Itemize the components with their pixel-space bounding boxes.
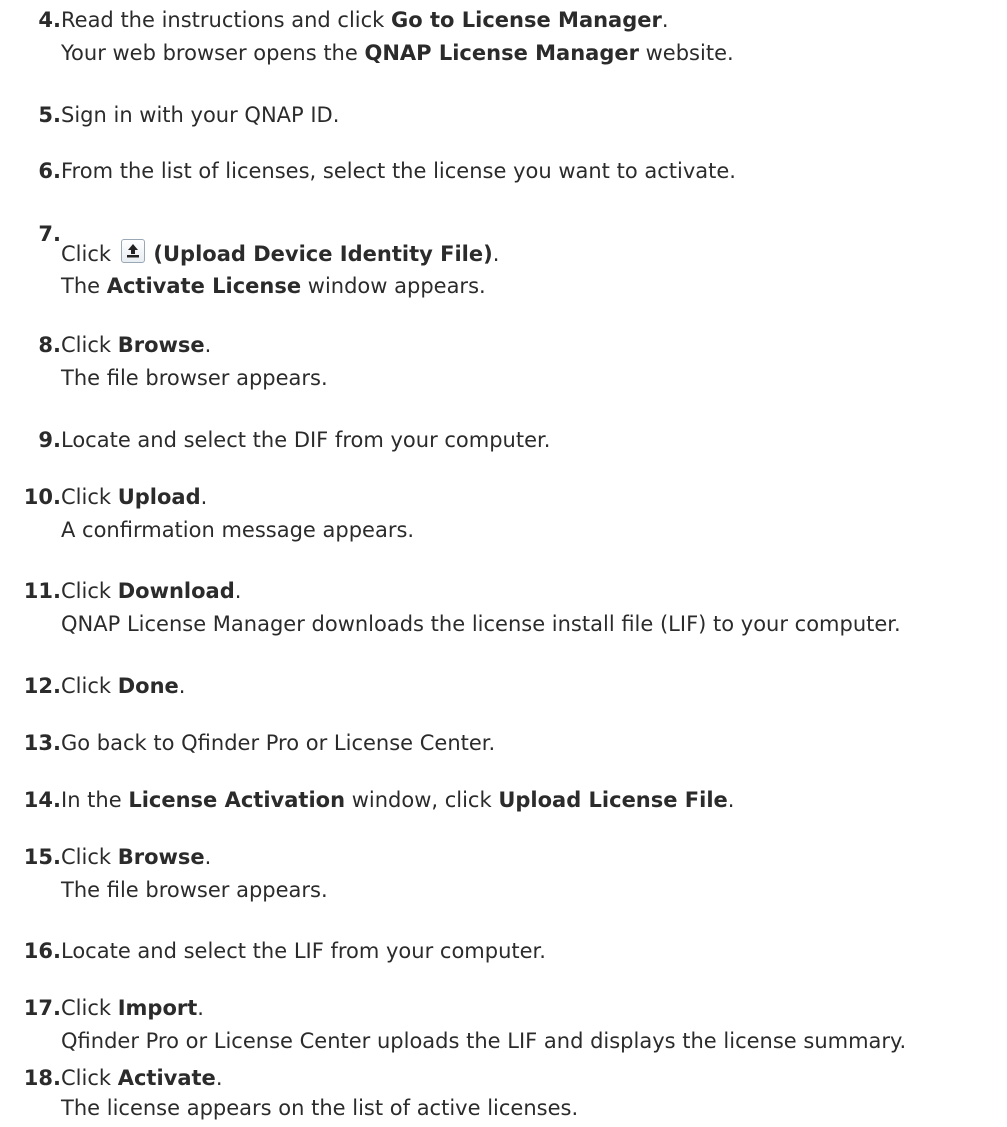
step-text: Click Done. [61, 674, 186, 698]
step-result: A confirmation message appears. [61, 518, 415, 542]
step-number: 13. [23, 731, 61, 755]
step-text: Click Browse. [61, 333, 212, 357]
step-result: The file browser appears. [61, 366, 328, 390]
step-number: 5. [38, 103, 61, 127]
step-text: Locate and select the LIF from your comp… [61, 939, 546, 963]
step-result: QNAP License Manager downloads the licen… [61, 612, 901, 636]
step-text: Click Activate. [61, 1066, 223, 1090]
step-number: 11. [23, 579, 61, 603]
step-text: Sign in with your QNAP ID. [61, 103, 340, 127]
step-result: The file browser appears. [61, 878, 328, 902]
step-number: 6. [38, 159, 61, 183]
go-to-license-manager-label: Go to License Manager [391, 8, 662, 32]
step-text: Click (Upload Device Identity File). [61, 239, 499, 269]
step-number: 7. [38, 222, 61, 246]
step-result: The Activate License window appears. [61, 274, 486, 298]
step-result: The license appears on the list of activ… [61, 1096, 579, 1120]
step-text: Click Upload. [61, 485, 208, 509]
step-text: From the list of licenses, select the li… [61, 159, 736, 183]
step-text: Click Download. [61, 579, 242, 603]
step-result: Your web browser opens the QNAP License … [61, 41, 734, 65]
step-number: 10. [23, 485, 61, 509]
step-text: Go back to Qfinder Pro or License Center… [61, 731, 496, 755]
step-number: 12. [23, 674, 61, 698]
step-number: 9. [38, 428, 61, 452]
upload-device-identity-label: (Upload Device Identity File) [153, 242, 493, 266]
step-number: 15. [23, 845, 61, 869]
step-number: 17. [23, 996, 61, 1020]
step-number: 16. [23, 939, 61, 963]
step-number: 14. [23, 788, 61, 812]
step-number: 4. [38, 8, 61, 32]
step-text: Read the instructions and click Go to Li… [61, 8, 669, 32]
step-text: Click Import. [61, 996, 204, 1020]
step-number: 18. [23, 1066, 61, 1090]
upload-device-identity-icon [120, 239, 145, 263]
step-number: 8. [38, 333, 61, 357]
step-text: In the License Activation window, click … [61, 788, 735, 812]
step-result: Qfinder Pro or License Center uploads th… [61, 1029, 907, 1053]
step-text: Click Browse. [61, 845, 212, 869]
step-text: Locate and select the DIF from your comp… [61, 428, 551, 452]
